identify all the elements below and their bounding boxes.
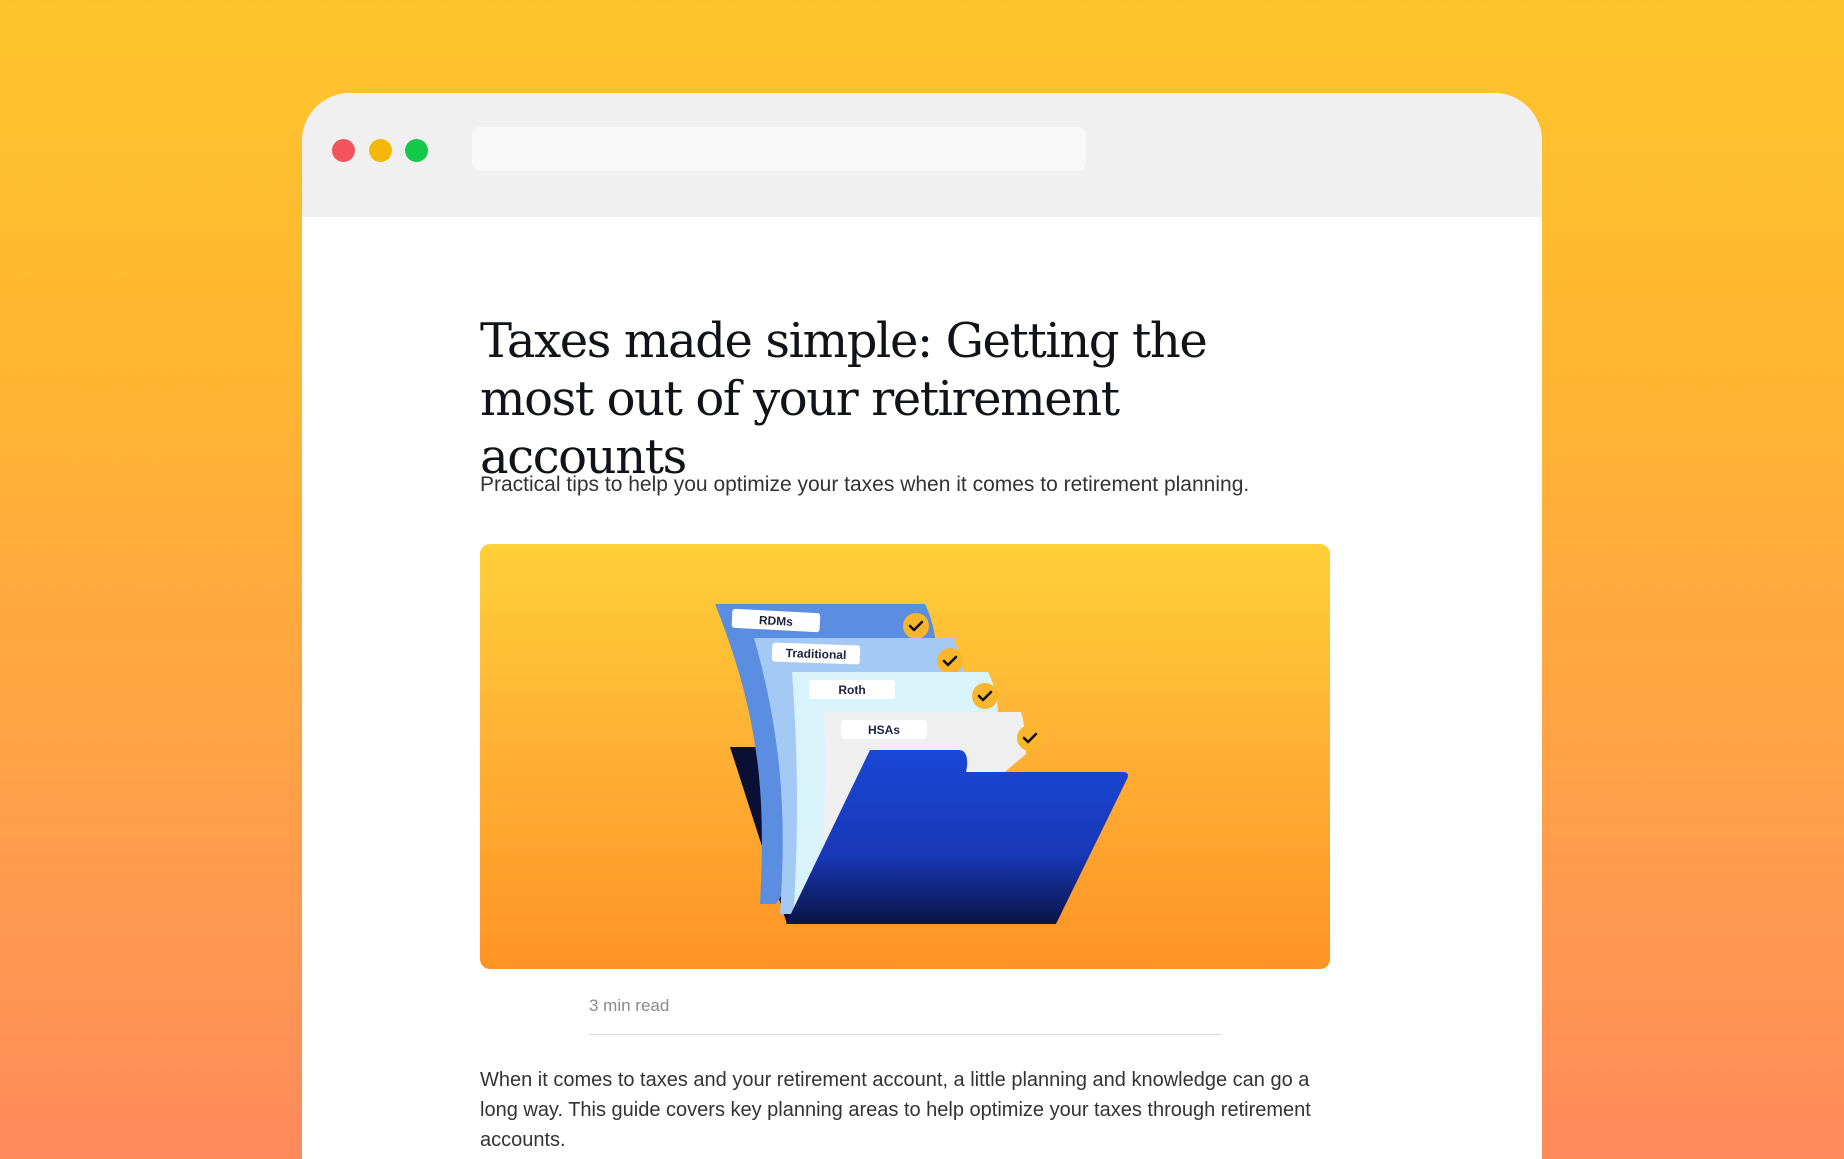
minimize-window-button[interactable]: [369, 139, 392, 162]
check-badge-icon: [1017, 725, 1043, 751]
article-title: Taxes made simple: Getting the most out …: [480, 313, 1208, 485]
article-subtitle: Practical tips to help you optimize your…: [480, 473, 1250, 496]
check-badge-icon: [937, 648, 963, 674]
maximize-window-button[interactable]: [405, 139, 428, 162]
read-time: 3 min read: [589, 996, 670, 1015]
article-intro: When it comes to taxes and your retireme…: [480, 1069, 1311, 1151]
tab-label-hsas: HSAs: [868, 723, 900, 737]
check-badge-icon: [903, 613, 929, 639]
hero-illustration: RDMs Traditional Roth HSAs: [480, 544, 1330, 969]
tab-label-roth: Roth: [838, 683, 865, 697]
check-badge-icon: [972, 683, 998, 709]
address-bar[interactable]: [472, 127, 1086, 171]
tab-label-rdms: RDMs: [759, 613, 794, 629]
browser-window: Taxes made simple: Getting the most out …: [302, 93, 1542, 1159]
close-window-button[interactable]: [332, 139, 355, 162]
tab-label-traditional: Traditional: [785, 646, 846, 662]
divider: [589, 1034, 1221, 1035]
browser-titlebar: [302, 93, 1542, 217]
folder-illustration: RDMs Traditional Roth HSAs: [715, 604, 1128, 924]
